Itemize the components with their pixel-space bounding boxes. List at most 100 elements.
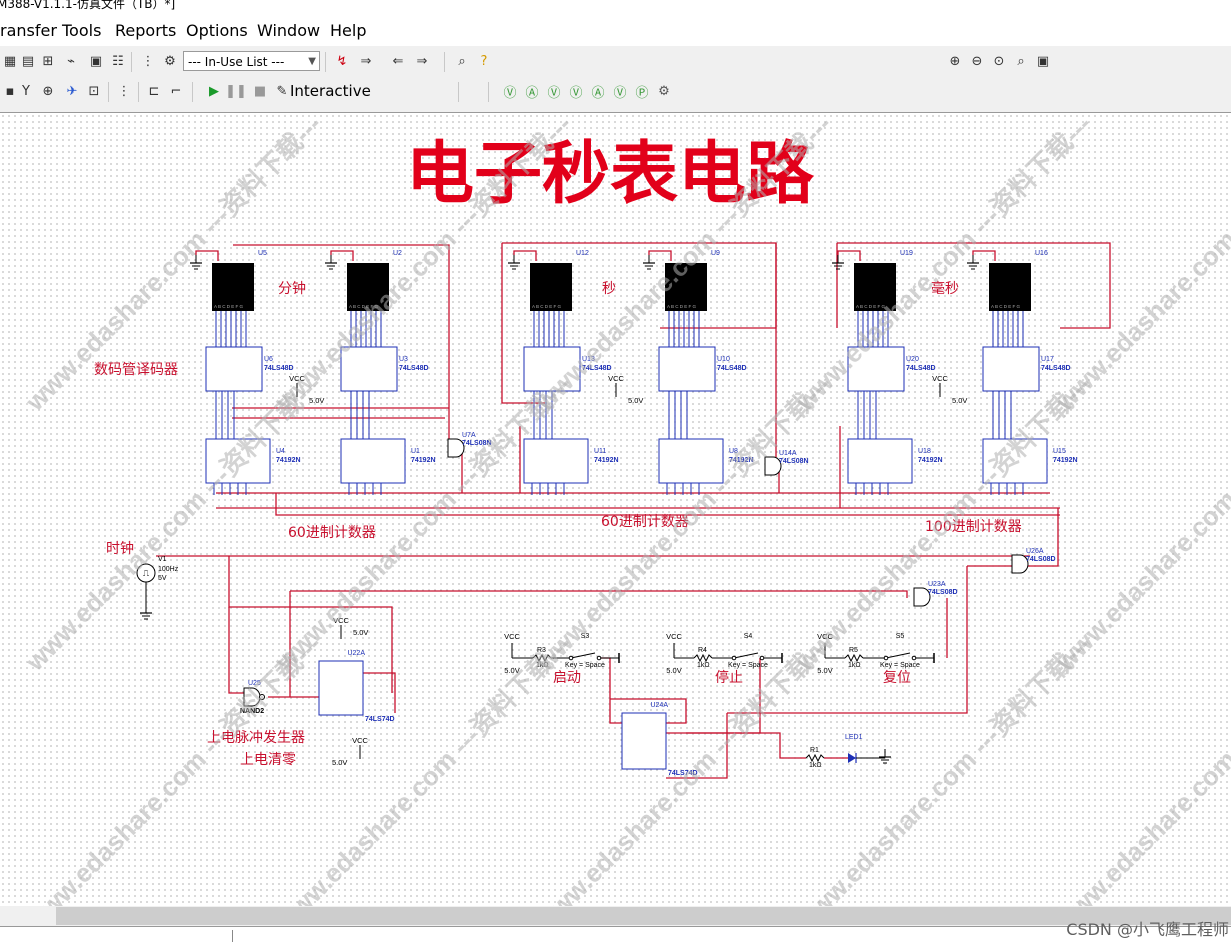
pushbutton-s3-contact [568, 655, 574, 661]
and-gate-u14a-part: 74LS08N [779, 458, 809, 465]
probe-current-icon[interactable]: Ⓐ [588, 81, 608, 101]
forward-annotate-icon[interactable]: ⇒ [356, 51, 376, 71]
pushbutton-s5-key: Key = Space [880, 662, 920, 669]
toolbar-separator [108, 82, 109, 102]
probe-power-icon[interactable]: Ⓟ [632, 81, 652, 101]
component-icon[interactable]: ⋮ [138, 51, 158, 71]
database-icon[interactable]: ▣ [86, 51, 106, 71]
power-on-clear-label: 上电清零 [240, 752, 296, 768]
decoder-part: 74LS48D [582, 365, 612, 372]
menu-transfer[interactable]: ransfer [0, 21, 57, 40]
pause-icon[interactable]: ❚❚ [225, 81, 247, 101]
pushbutton-s4-key: Key = Space [728, 662, 768, 669]
table-icon[interactable]: ⊞ [38, 51, 58, 71]
counter60b-label: 60进制计数器 [601, 514, 689, 530]
vcc-label: VCC [333, 616, 349, 625]
menu-help[interactable]: Help [330, 21, 366, 40]
menu-reports[interactable]: Reports [115, 21, 176, 40]
step-icon[interactable]: ⌐ [166, 81, 186, 101]
nand-part: NAND2 [240, 708, 264, 715]
zoom-fit-icon[interactable]: ⌕ [1011, 51, 1031, 71]
menu-tools[interactable]: Tools [62, 21, 101, 40]
back-annotate-icon[interactable]: ⇐ [388, 51, 408, 71]
clock-wire [228, 607, 244, 694]
grid-icon[interactable]: ▦ [0, 51, 20, 71]
schematic-canvas[interactable]: U5 A B C D E F G U6 74LS48D U4 74192N U2 A B C … [0, 109, 1231, 936]
start-label: 启动 [553, 670, 581, 686]
zoom-in-icon[interactable]: ⊕ [945, 51, 965, 71]
seconds-label: 秒 [602, 281, 616, 297]
resistor-r5-ref: R5 [849, 647, 858, 654]
grapher-icon[interactable]: ⌁ [61, 51, 81, 71]
chevron-down-icon: ▼ [308, 56, 316, 67]
minutes-label: 分钟 [278, 280, 306, 297]
probe-settings-icon[interactable]: ⚙ [654, 81, 674, 101]
clock-freq: 100Hz [158, 566, 179, 573]
antenna-icon[interactable]: Y [16, 81, 36, 101]
led-symbol [848, 753, 856, 763]
menu-options[interactable]: Options [186, 21, 248, 40]
zoom-out-icon[interactable]: ⊖ [967, 51, 987, 71]
resistor-r1 [805, 753, 825, 763]
pushbutton-s4-contact [759, 655, 765, 661]
nand-ref: U25 [248, 680, 261, 687]
wire-icon[interactable]: ✈ [62, 81, 82, 101]
menu-window[interactable]: Window [257, 21, 320, 40]
hierarchy-icon[interactable]: ⊏ [144, 81, 164, 101]
decoder-chip [340, 346, 398, 392]
full-screen-icon[interactable]: ▣ [1033, 51, 1053, 71]
resistor-r3-ref: R3 [537, 647, 546, 654]
flip-flop-u22a-ref: U22A [347, 650, 365, 657]
counter-chip [523, 438, 589, 484]
zoom-area-icon[interactable]: ⊙ [989, 51, 1009, 71]
nand-gate-u25 [243, 687, 261, 707]
bus-icon[interactable]: ⋮ [114, 81, 134, 101]
mouse-icon[interactable]: ⊡ [84, 81, 104, 101]
display-pin-labels: A B C D E F G [349, 304, 379, 309]
probe-icon[interactable]: ↯ [332, 51, 352, 71]
vcc-label: VCC [608, 374, 624, 383]
display-pin-labels: A B C D E F G [667, 304, 697, 309]
millis-label: 毫秒 [931, 280, 959, 297]
stop-label: 停止 [715, 669, 743, 686]
counter-ref: U4 [276, 448, 285, 455]
simulation-mode-label[interactable]: Interactive [290, 82, 371, 100]
find-icon[interactable]: ⌕ [452, 51, 472, 71]
pushbutton-s3 [570, 652, 596, 659]
wrench-icon[interactable]: ✎ [272, 81, 292, 101]
probe-voltage-icon[interactable]: Ⓥ [544, 81, 564, 101]
settings-icon[interactable]: ⚙ [160, 51, 180, 71]
clear-net [363, 672, 396, 713]
led-wire [666, 732, 806, 759]
probe-reference-icon[interactable]: Ⓥ [610, 81, 630, 101]
list-icon[interactable]: ☷ [108, 51, 128, 71]
resistor-r3-value: 1kΩ [536, 662, 549, 669]
vcc-value: 5.0V [504, 666, 519, 675]
transfer-icon[interactable]: ⇒ [412, 51, 432, 71]
spreadsheet-icon[interactable]: ▤ [18, 51, 38, 71]
help-icon[interactable]: ? [474, 51, 494, 71]
display-ref: U16 [1035, 250, 1048, 257]
and-gate-u23a-part: 74LS08D [928, 589, 958, 596]
voltmeter-icon[interactable]: Ⓥ [500, 81, 520, 101]
pushbutton-s4-contact [731, 655, 737, 661]
counter-chip [847, 438, 913, 484]
in-use-list-select[interactable]: --- In-Use List --- ▼ [183, 51, 320, 71]
stop-icon[interactable]: ■ [250, 81, 270, 101]
nand-bubble [259, 694, 265, 700]
ammeter-icon[interactable]: Ⓐ [522, 81, 542, 101]
display-ground-wire [972, 250, 996, 261]
transistor-icon[interactable]: ⊕ [38, 81, 58, 101]
and-gate-u26a-ref: U26A [1026, 548, 1044, 555]
run-icon[interactable]: ▶ [204, 81, 224, 101]
horizontal-scrollbar-thumb[interactable] [56, 907, 1231, 925]
decoder-part: 74LS48D [1041, 365, 1071, 372]
clock-amp: 5V [158, 575, 167, 582]
probe-diff-icon[interactable]: Ⓥ [566, 81, 586, 101]
vcc-value: 5.0V [628, 396, 643, 405]
counter-chip [340, 438, 406, 484]
display-ref: U9 [711, 250, 720, 257]
display-ref: U19 [900, 250, 913, 257]
counter-chip [205, 438, 271, 484]
display-ground-wire [648, 250, 672, 261]
